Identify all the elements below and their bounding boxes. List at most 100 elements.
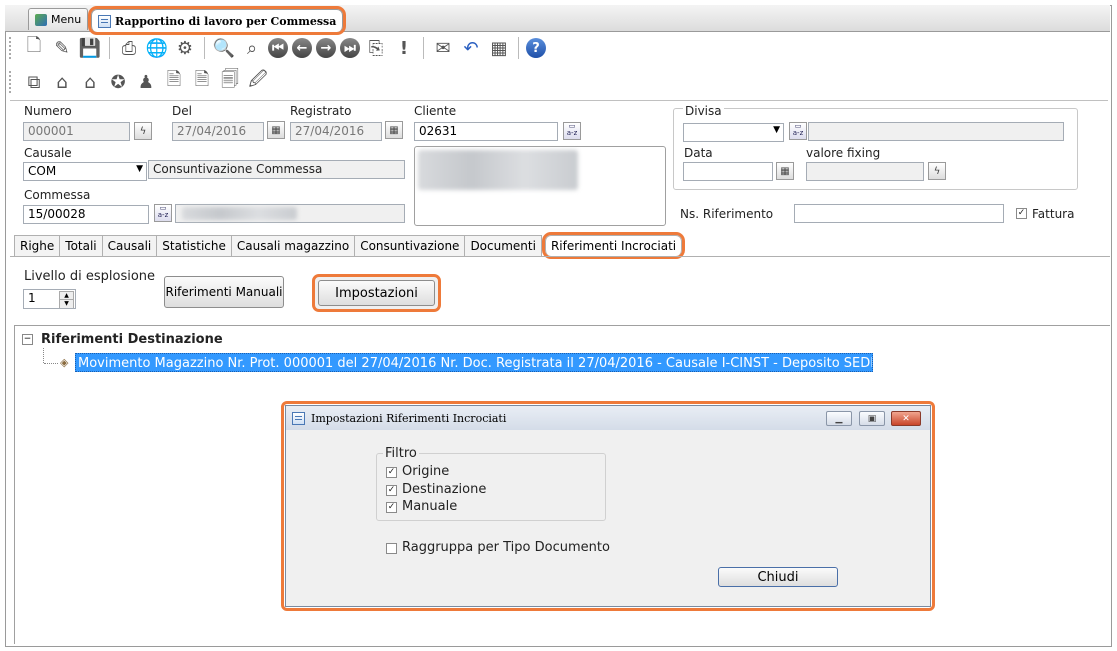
- page-find-icon[interactable]: 🗎: [190, 69, 214, 94]
- fattura-checkbox[interactable]: [1016, 207, 1027, 221]
- causale-select[interactable]: COM ▼: [23, 162, 147, 181]
- tree-item-movimento[interactable]: Movimento Magazzino Nr. Prot. 000001 del…: [75, 353, 873, 372]
- tab-menu[interactable]: Menu: [28, 8, 89, 30]
- fattura-label: Fattura: [1032, 207, 1075, 221]
- toolbar-main: 🗋 ✎ 💾 ⎙ 🌐 ⚙ 🔍 ⌕ ⏮ ← → ⏭ ⎘ ! ✉ ↶ ▦ ?: [9, 32, 546, 64]
- documents-icon[interactable]: ⧉: [22, 70, 46, 94]
- cliente-field[interactable]: 02631: [414, 122, 558, 141]
- tab-causali-magazzino[interactable]: Causali magazzino: [230, 235, 356, 256]
- page-edit-icon[interactable]: 🖉: [246, 69, 270, 94]
- filtro-label: Filtro: [383, 446, 419, 461]
- impostazioni-button[interactable]: Impostazioni: [318, 280, 435, 306]
- tab-riferimenti-incrociati[interactable]: Riferimenti Incrociati: [541, 232, 686, 259]
- section-tabs: Righe Totali Causali Statistiche Causali…: [14, 232, 686, 259]
- livello-label: Livello di esplosione: [24, 269, 156, 284]
- calendar-icon[interactable]: ▦: [776, 162, 794, 180]
- lightning-icon[interactable]: ϟ: [928, 162, 946, 180]
- divisa-select[interactable]: ▼: [683, 123, 784, 142]
- compass-icon[interactable]: ✪: [106, 70, 130, 94]
- print-icon[interactable]: ⎙: [117, 36, 141, 60]
- save-icon[interactable]: 💾: [78, 36, 102, 60]
- chiudi-button[interactable]: Chiudi: [718, 567, 838, 587]
- cancel-icon[interactable]: ✉: [431, 36, 455, 60]
- toolbar-secondary: ⧉ ⌂ ⌂ ✪ ♟ 🗎 🗎 🗐 🖉: [9, 66, 270, 98]
- form-icon: [292, 411, 305, 425]
- az-lookup-icon[interactable]: ▭ a-z: [563, 122, 581, 140]
- numero-label: Numero: [24, 104, 72, 118]
- data-field[interactable]: [683, 162, 773, 181]
- minimize-icon[interactable]: ▁: [826, 411, 852, 426]
- valore-fixing-label: valore fixing: [806, 146, 881, 160]
- valore-fixing-field[interactable]: [806, 162, 924, 181]
- home-config-icon[interactable]: ⌂: [78, 70, 102, 94]
- undo-icon[interactable]: ↶: [459, 36, 483, 60]
- maximize-icon[interactable]: ▣: [859, 411, 885, 426]
- copy-icon[interactable]: ⎘: [364, 36, 388, 60]
- ns-riferimento-label: Ns. Riferimento: [680, 207, 774, 221]
- commessa-field[interactable]: 15/00028: [23, 205, 149, 224]
- tab-righe[interactable]: Righe: [14, 235, 61, 256]
- raggruppa-checkbox[interactable]: [386, 542, 397, 556]
- lightning-icon[interactable]: ϟ: [134, 122, 152, 140]
- livello-spinner[interactable]: 1 ▲ ▼: [23, 289, 76, 309]
- warehouse-box-icon: ◈: [60, 356, 69, 369]
- previous-record-icon[interactable]: ←: [292, 38, 312, 58]
- az-lookup-icon[interactable]: ▭ a-z: [154, 204, 172, 222]
- tab-consuntivazione[interactable]: Consuntivazione: [354, 235, 466, 256]
- calendar-icon[interactable]: ▦: [385, 121, 403, 139]
- help-icon[interactable]: ?: [526, 38, 546, 58]
- registrato-date-field[interactable]: 27/04/2016: [290, 122, 382, 141]
- new-document-icon[interactable]: 🗋: [22, 35, 46, 60]
- form-icon: [98, 14, 111, 28]
- globe-icon[interactable]: 🌐: [145, 36, 169, 60]
- tools-icon[interactable]: ▦: [487, 36, 511, 60]
- registrato-label: Registrato: [290, 104, 352, 118]
- del-label: Del: [172, 104, 192, 118]
- chevron-down-icon: ▼: [136, 164, 143, 174]
- menu-icon: [35, 13, 47, 26]
- tab-causali[interactable]: Causali: [101, 235, 158, 256]
- settings-icon[interactable]: ⚙: [173, 36, 197, 60]
- data-label: Data: [684, 146, 713, 160]
- destinazione-checkbox[interactable]: [386, 484, 397, 498]
- last-record-icon[interactable]: ⏭: [340, 38, 360, 58]
- first-record-icon[interactable]: ⏮: [268, 38, 288, 58]
- next-record-icon[interactable]: →: [316, 38, 336, 58]
- page-search-icon[interactable]: 🗎: [162, 69, 186, 94]
- ns-riferimento-field[interactable]: [794, 204, 1004, 223]
- causale-label: Causale: [24, 146, 72, 160]
- divisa-label: Divisa: [683, 104, 724, 118]
- impostazioni-dialog: Impostazioni Riferimenti Incrociati ▁ ▣ …: [285, 405, 931, 607]
- az-lookup-icon[interactable]: ▭ a-z: [789, 122, 807, 140]
- commessa-label: Commessa: [24, 188, 91, 202]
- tab-documenti[interactable]: Documenti: [464, 235, 542, 256]
- page-gear-icon[interactable]: 🗐: [218, 69, 242, 94]
- manuale-label: Manuale: [402, 499, 458, 514]
- alert-icon[interactable]: !: [392, 36, 416, 60]
- spinner-down-icon[interactable]: ▼: [59, 299, 74, 308]
- collapse-icon[interactable]: −: [22, 334, 33, 345]
- calendar-icon[interactable]: ▦: [267, 121, 285, 139]
- del-date-field[interactable]: 27/04/2016: [172, 122, 264, 141]
- user-icon[interactable]: ♟: [134, 70, 158, 94]
- home-settings-icon[interactable]: ⌂: [50, 70, 74, 94]
- numero-field[interactable]: 000001: [23, 122, 130, 141]
- chevron-down-icon: ▼: [773, 125, 780, 135]
- search-icon[interactable]: 🔍: [212, 36, 236, 60]
- edit-icon[interactable]: ✎: [50, 36, 74, 60]
- tab-rapportino[interactable]: Rapportino di lavoro per Commessa: [87, 6, 347, 35]
- cliente-label: Cliente: [414, 104, 457, 118]
- divisa-description: [808, 122, 1064, 141]
- close-icon[interactable]: ✕: [891, 411, 921, 426]
- origine-checkbox[interactable]: [386, 466, 397, 480]
- tab-statistiche[interactable]: Statistiche: [156, 235, 232, 256]
- destinazione-label: Destinazione: [402, 482, 487, 497]
- manuale-checkbox[interactable]: [386, 501, 397, 515]
- binoculars-icon[interactable]: ⌕: [240, 36, 264, 60]
- blurred-cliente-info: [418, 150, 578, 190]
- riferimenti-manuali-button[interactable]: Riferimenti Manuali: [164, 276, 284, 308]
- blurred-commessa-info: [182, 207, 297, 220]
- causale-description: Consuntivazione Commessa: [148, 160, 405, 179]
- origine-label: Origine: [402, 464, 450, 479]
- tab-totali[interactable]: Totali: [59, 235, 103, 256]
